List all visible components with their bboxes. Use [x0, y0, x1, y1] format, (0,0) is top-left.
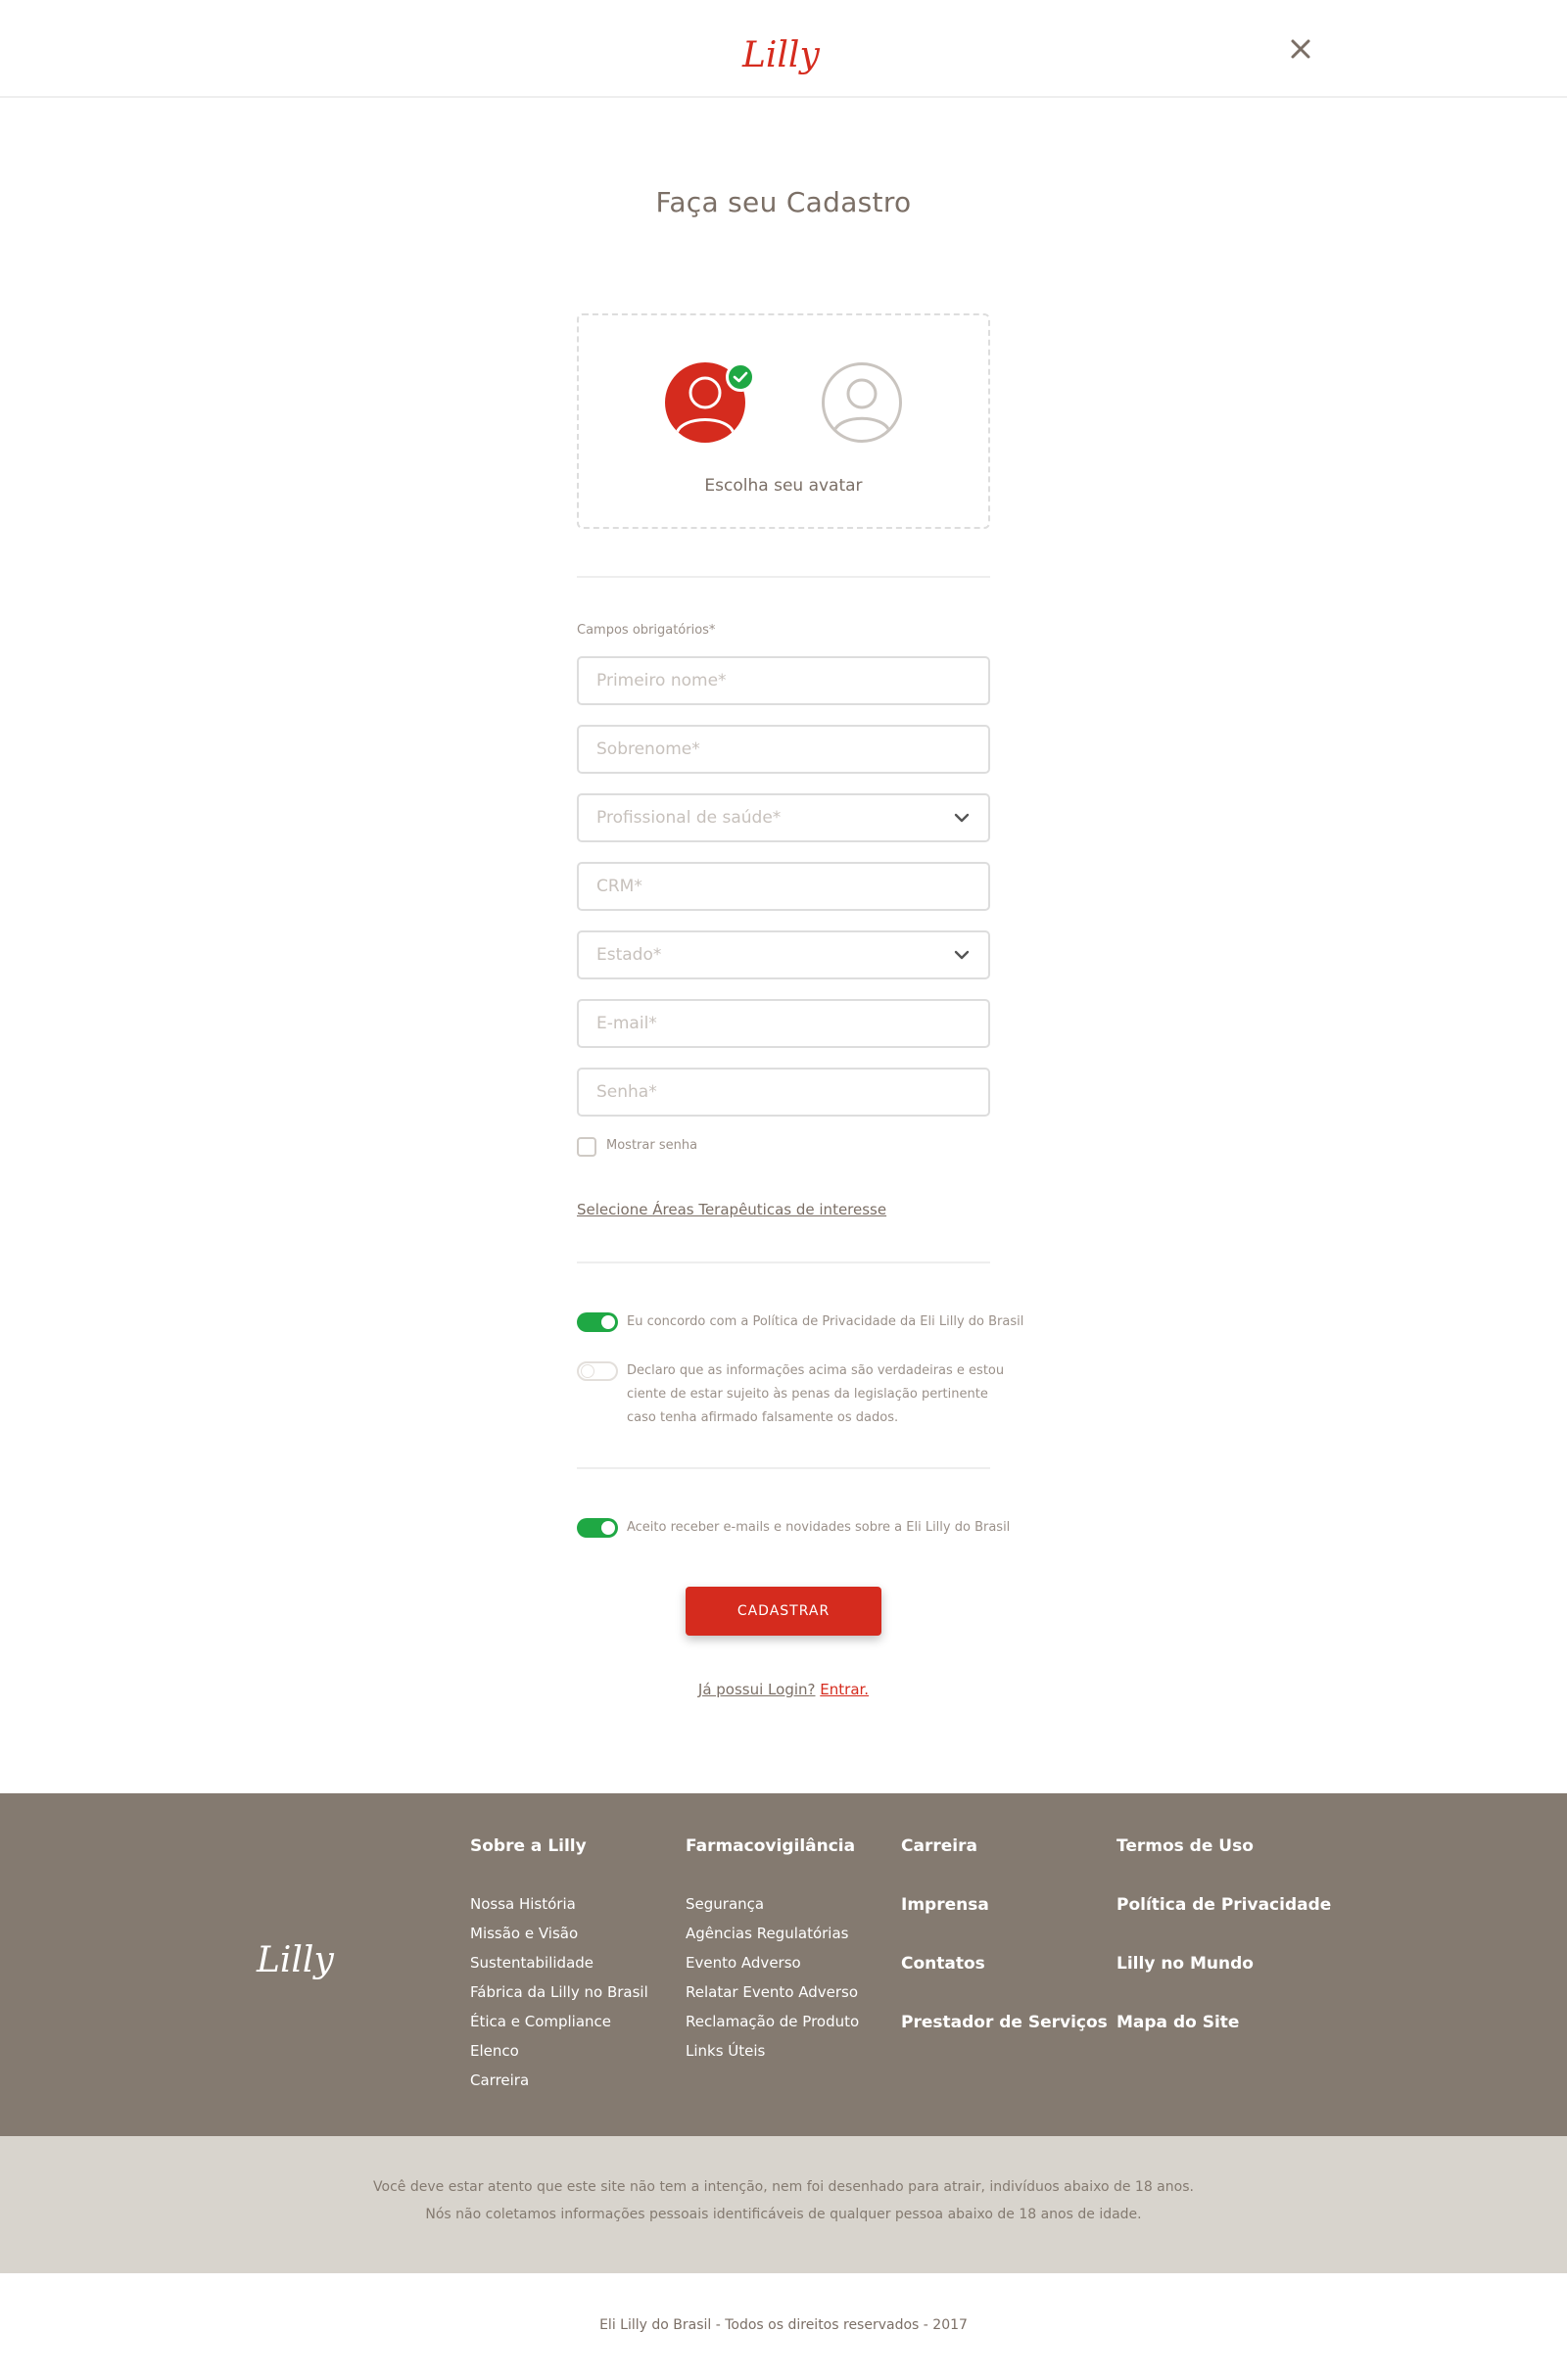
toggle-knob	[601, 1315, 615, 1329]
footer-link[interactable]: Links Úteis	[686, 2042, 765, 2060]
header: Lilly	[0, 0, 1567, 98]
state-select-value: Estado*	[596, 945, 662, 965]
check-icon	[726, 362, 755, 392]
footer-link[interactable]: Carreira	[901, 1836, 977, 1856]
avatar-option-grey[interactable]	[822, 362, 902, 443]
disclaimer-line: Você deve estar atento que este site não…	[373, 2179, 1194, 2195]
footer-link[interactable]: Política de Privacidade	[1116, 1895, 1331, 1915]
crm-field[interactable]	[577, 862, 990, 911]
footer-link[interactable]: Evento Adverso	[686, 1954, 801, 1972]
declaration-line: ciente de estar sujeito às penas da legi…	[627, 1387, 988, 1402]
footer-link[interactable]: Termos de Uso	[1116, 1836, 1254, 1856]
lilly-logo[interactable]: Lilly	[253, 1932, 347, 1987]
footer-heading[interactable]: Farmacovigilância	[686, 1836, 855, 1856]
user-icon	[832, 378, 891, 432]
footer-link[interactable]: Contatos	[901, 1954, 985, 1974]
footer-link[interactable]: Agências Regulatórias	[686, 1925, 848, 1942]
emails-toggle[interactable]	[577, 1518, 618, 1538]
divider	[577, 1261, 990, 1263]
email-field[interactable]	[577, 999, 990, 1048]
show-password-label: Mostrar senha	[606, 1138, 698, 1153]
declaration-toggle-label: Declaro que as informações acima são ver…	[627, 1359, 1004, 1430]
copyright: Eli Lilly do Brasil - Todos os direitos …	[599, 2317, 968, 2333]
declaration-toggle[interactable]	[577, 1361, 618, 1381]
chevron-down-icon	[954, 950, 970, 960]
disclaimer-line: Nós não coletamos informações pessoais i…	[425, 2207, 1142, 2222]
age-disclaimer: Você deve estar atento que este site não…	[0, 2136, 1567, 2273]
footer-link[interactable]: Segurança	[686, 1895, 764, 1913]
crm-input[interactable]	[579, 864, 988, 909]
footer-link[interactable]: Reclamação de Produto	[686, 2013, 859, 2030]
footer-link[interactable]: Mapa do Site	[1116, 2013, 1239, 2032]
declaration-line: Declaro que as informações acima são ver…	[627, 1363, 1005, 1378]
password-input[interactable]	[579, 1070, 988, 1115]
required-fields-label: Campos obrigatórios*	[577, 623, 716, 638]
divider	[577, 1467, 990, 1469]
last-name-input[interactable]	[579, 727, 988, 772]
register-button[interactable]: CADASTRAR	[686, 1587, 881, 1636]
first-name-input[interactable]	[579, 658, 988, 703]
chevron-down-icon	[954, 813, 970, 823]
last-name-field[interactable]	[577, 725, 990, 774]
show-password-checkbox[interactable]	[577, 1137, 596, 1157]
profession-select[interactable]: Profissional de saúde*	[577, 793, 990, 842]
emails-toggle-label: Aceito receber e-mails e novidades sobre…	[627, 1520, 1011, 1535]
footer-heading[interactable]: Sobre a Lilly	[470, 1836, 587, 1856]
avatar-selector: Escolha seu avatar	[577, 313, 990, 529]
footer-link[interactable]: Nossa História	[470, 1895, 576, 1913]
email-input[interactable]	[579, 1001, 988, 1046]
login-question[interactable]: Já possui Login?	[698, 1681, 816, 1698]
footer-link[interactable]: Fábrica da Lilly no Brasil	[470, 1983, 648, 2001]
footer-link[interactable]: Carreira	[470, 2071, 529, 2089]
login-link[interactable]: Entrar.	[820, 1681, 869, 1698]
footer-link[interactable]: Ética e Compliance	[470, 2013, 611, 2030]
divider	[577, 576, 990, 578]
therapeutic-areas-link[interactable]: Selecione Áreas Terapêuticas de interess…	[577, 1201, 886, 1218]
privacy-toggle[interactable]	[577, 1312, 618, 1332]
footer-link[interactable]: Prestador de Serviços	[901, 2013, 1108, 2032]
avatar-label: Escolha seu avatar	[704, 476, 863, 496]
declaration-line: caso tenha afirmado falsamente os dados.	[627, 1410, 899, 1425]
footer: Lilly Sobre a Lilly Nossa História Missã…	[0, 1793, 1567, 2136]
state-select[interactable]: Estado*	[577, 930, 990, 979]
footer-link[interactable]: Missão e Visão	[470, 1925, 578, 1942]
footer-link[interactable]: Sustentabilidade	[470, 1954, 594, 1972]
toggle-knob	[581, 1364, 594, 1378]
footer-link[interactable]: Relatar Evento Adverso	[686, 1983, 858, 2001]
privacy-toggle-label: Eu concordo com a Política de Privacidad…	[627, 1314, 1024, 1329]
footer-link[interactable]: Elenco	[470, 2042, 519, 2060]
close-icon[interactable]	[1287, 35, 1314, 63]
footer-link[interactable]: Imprensa	[901, 1895, 989, 1915]
login-prompt: Já possui Login? Entrar.	[0, 1681, 1567, 1698]
footer-link[interactable]: Lilly no Mundo	[1116, 1954, 1254, 1974]
svg-text:Lilly: Lilly	[256, 1940, 334, 1980]
first-name-field[interactable]	[577, 656, 990, 705]
page-title: Faça seu Cadastro	[655, 186, 912, 218]
lilly-logo[interactable]: Lilly	[736, 25, 831, 82]
password-field[interactable]	[577, 1068, 990, 1117]
toggle-knob	[601, 1521, 615, 1535]
profession-select-value: Profissional de saúde*	[596, 808, 782, 828]
svg-text:Lilly: Lilly	[741, 35, 820, 75]
